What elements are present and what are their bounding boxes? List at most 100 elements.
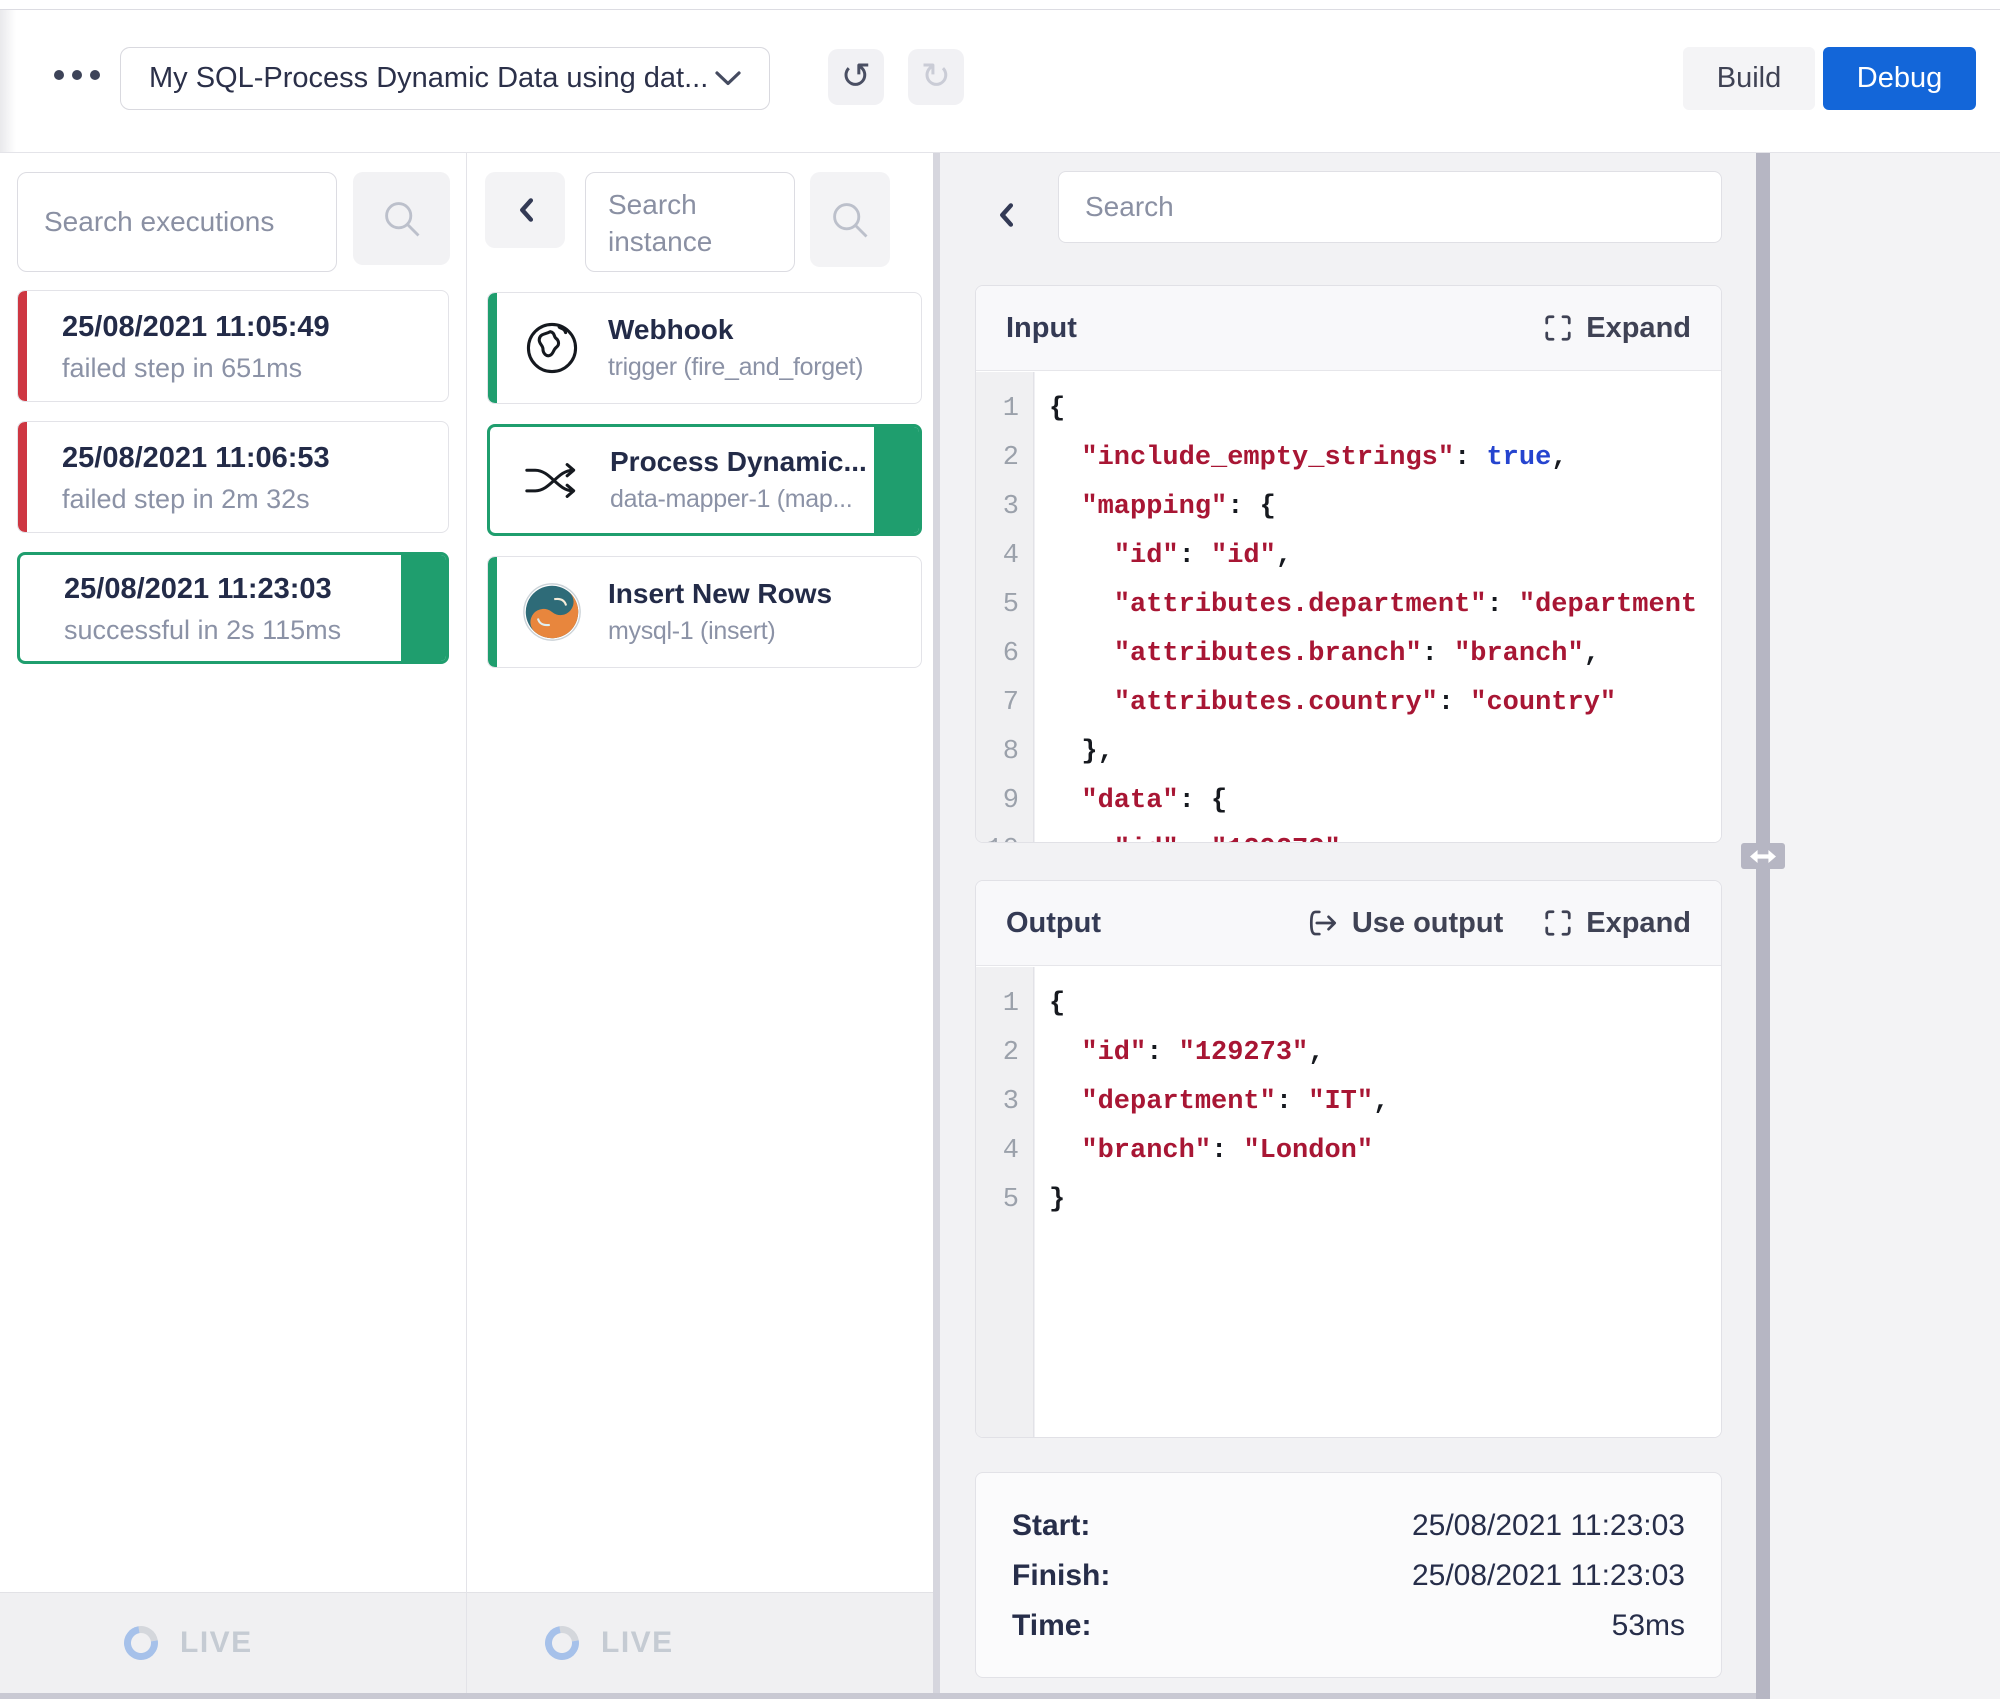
code-line: 2 "id": "129273", [976,1028,1721,1077]
line-number: 1 [976,394,1033,424]
step-item[interactable]: Process Dynamic... data-mapper-1 (map... [487,424,922,536]
use-output-button[interactable]: Use output [1307,907,1503,940]
output-section-title: Output [1006,907,1101,940]
code-text: "id": "129273" [1033,835,1341,843]
chevron-left-icon [997,202,1014,228]
execution-timestamp: 25/08/2021 11:23:03 [64,573,446,606]
code-text: "data": { [1033,786,1227,816]
steps-panel: Search instance Webhooktrigger (fire_and… [467,152,940,1699]
execution-summary-card: Start:25/08/2021 11:23:03 Finish: 25/08/20… [975,1472,1722,1678]
line-number: 10 [976,835,1033,843]
summary-value: 25/08/2021 11:23:03 [1412,1559,1685,1593]
workflow-selector-dropdown[interactable]: My SQL-Process Dynamic Data using dat... [120,47,770,110]
step-text: Process Dynamic... data-mapper-1 (map... [610,446,867,514]
step-title: Process Dynamic... [610,446,867,478]
right-gutter [1770,152,2000,1699]
output-expand-label: Expand [1586,907,1691,940]
undo-icon: ↺ [841,59,871,95]
instance-search-button[interactable] [810,172,890,267]
resize-horizontal-icon [1750,850,1776,863]
code-text: { [1033,989,1065,1019]
output-expand-button[interactable]: Expand [1543,907,1691,940]
use-output-label: Use output [1352,907,1503,940]
line-number: 7 [976,688,1033,718]
chevron-left-icon [517,197,534,223]
code-line: 1{ [976,384,1721,433]
redo-button[interactable]: ↻ [908,49,964,105]
detail-search-input[interactable] [1058,171,1722,243]
workflow-debugger-app: My SQL-Process Dynamic Data using dat...… [0,0,2000,1699]
mysql-icon [520,582,584,642]
line-number: 6 [976,639,1033,669]
step-item[interactable]: Webhooktrigger (fire_and_forget) [487,292,922,404]
undo-button[interactable]: ↺ [828,49,884,105]
step-title: Webhook [608,314,863,346]
summary-row: Time: 53ms [1012,1601,1685,1651]
search-icon [380,197,424,241]
summary-value: 53ms [1612,1609,1685,1643]
input-code-viewer[interactable]: 1{2 "include_empty_strings": true,3 "map… [976,372,1721,842]
execution-item[interactable]: 25/08/2021 11:06:53 failed step in 2m 32s [17,421,449,533]
code-text: "mapping": { [1033,492,1276,522]
panel-resize-handle[interactable] [1741,843,1785,869]
search-icon [828,198,872,242]
line-number: 2 [976,1038,1033,1068]
summary-row: Finish: 25/08/2021 11:23:03 [1012,1551,1685,1601]
instance-search-input[interactable]: Search instance [585,172,795,272]
code-text: "attributes.department": "department [1033,590,1697,620]
line-number: 5 [976,1185,1033,1215]
bottom-edge [0,1693,1756,1699]
code-line: 2 "include_empty_strings": true, [976,433,1721,482]
input-expand-button[interactable]: Expand [1543,312,1691,345]
summary-row: Start:25/08/2021 11:23:03 [1012,1501,1685,1551]
executions-search-input[interactable] [17,172,337,272]
window-top-divider [0,9,2000,10]
execution-status: failed step in 2m 32s [62,484,448,515]
line-number: 8 [976,737,1033,767]
code-text: "branch": "London" [1033,1136,1373,1166]
input-section-title: Input [1006,312,1077,345]
step-item[interactable]: Insert New Rowsmysql-1 (insert) [487,556,922,668]
build-button[interactable]: Build [1683,47,1815,110]
live-label: LIVE [180,1626,253,1660]
live-spinner-icon [538,1619,585,1666]
code-text: "id": "id", [1033,541,1292,571]
execution-timestamp: 25/08/2021 11:05:49 [62,311,448,344]
summary-label: Time: [1012,1609,1091,1643]
workflow-name: My SQL-Process Dynamic Data using dat... [149,62,708,95]
execution-status: successful in 2s 115ms [64,615,446,646]
steps-live-toggle[interactable]: LIVE [467,1592,940,1693]
executions-search-button[interactable] [353,172,450,265]
step-subtitle: data-mapper-1 (map... [610,485,867,514]
executions-live-toggle[interactable]: LIVE [0,1592,466,1693]
debug-button[interactable]: Debug [1823,47,1976,110]
code-line: 4 "id": "id", [976,531,1721,580]
code-line: 7 "attributes.country": "country" [976,678,1721,727]
topbar: My SQL-Process Dynamic Data using dat...… [0,0,2000,153]
code-line: 1{ [976,979,1721,1028]
code-text: { [1033,394,1065,424]
panel-divider [1756,152,1770,1699]
steps-back-button[interactable] [485,172,565,248]
step-title: Insert New Rows [608,578,832,610]
code-text: "include_empty_strings": true, [1033,443,1568,473]
more-menu-button[interactable] [54,70,100,80]
expand-icon [1543,313,1573,343]
execution-item[interactable]: 25/08/2021 11:23:03 successful in 2s 115m… [17,552,449,664]
output-code-viewer[interactable]: 1{2 "id": "129273",3 "department": "IT",… [976,967,1721,1437]
code-line: 4 "branch": "London" [976,1126,1721,1175]
summary-label: Finish: [1012,1559,1110,1593]
use-output-icon [1307,908,1339,938]
input-section-card: Input Expand 1{2 "include_empty_strings"… [975,285,1722,843]
execution-item[interactable]: 25/08/2021 11:05:49failed step in 651ms [17,290,449,402]
summary-label: Start: [1012,1509,1090,1543]
code-text: "attributes.branch": "branch", [1033,639,1600,669]
redo-icon: ↻ [921,59,951,95]
execution-timestamp: 25/08/2021 11:06:53 [62,442,448,475]
code-text: "department": "IT", [1033,1087,1389,1117]
detail-back-button[interactable] [993,198,1018,232]
step-text: Insert New Rowsmysql-1 (insert) [608,578,832,646]
code-line: 6 "attributes.branch": "branch", [976,629,1721,678]
code-line: 5} [976,1175,1721,1224]
steps-list: Webhooktrigger (fire_and_forget) Process … [487,292,922,668]
